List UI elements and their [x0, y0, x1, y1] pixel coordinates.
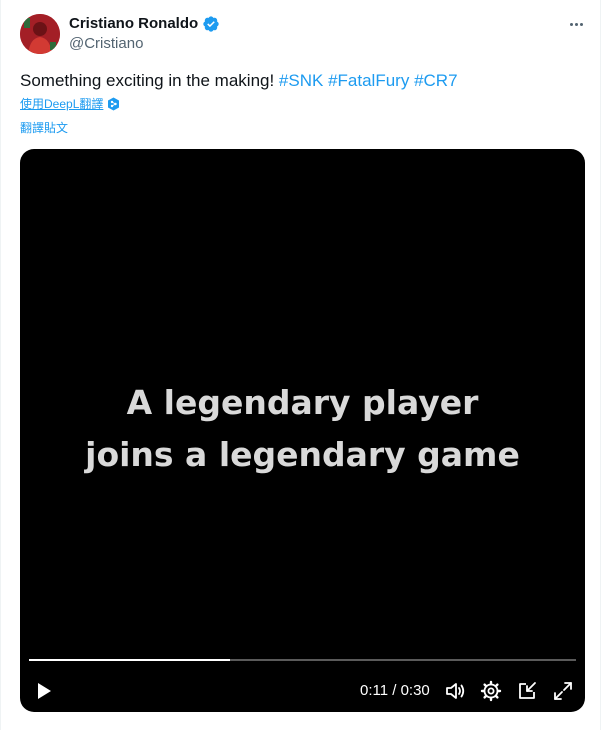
video-caption-line1: A legendary player — [126, 383, 479, 422]
dock-icon[interactable] — [516, 680, 538, 702]
author-handle[interactable]: @Cristiano — [69, 35, 143, 53]
deepl-translate-row: 使用DeepL翻譯 — [20, 96, 120, 112]
deepl-icon — [108, 97, 120, 111]
progress-fill — [29, 659, 230, 661]
avatar[interactable] — [20, 14, 60, 54]
volume-icon[interactable] — [444, 680, 466, 702]
tweet-text: Something exciting in the making! #SNK #… — [20, 70, 458, 92]
video-caption-line2: joins a legendary game — [85, 435, 520, 474]
play-icon[interactable] — [34, 681, 54, 701]
settings-icon[interactable] — [480, 680, 502, 702]
progress-bar[interactable] — [29, 659, 576, 661]
hashtag-snk[interactable]: #SNK — [279, 71, 323, 90]
deepl-translate-link[interactable]: 使用DeepL翻譯 — [20, 96, 103, 112]
more-icon[interactable] — [565, 14, 587, 34]
hashtag-fatalfury[interactable]: #FatalFury — [328, 71, 409, 90]
author-name[interactable]: Cristiano Ronaldo — [69, 15, 198, 33]
video-time: 0:11 / 0:30 — [360, 682, 430, 699]
video-player[interactable]: A legendary player joins a legendary gam… — [20, 149, 585, 712]
tweet-card: Cristiano Ronaldo @Cristiano Something e… — [0, 0, 601, 730]
tweet-text-plain: Something exciting in the making! — [20, 71, 279, 90]
verified-badge-icon — [203, 16, 219, 32]
author-name-row[interactable]: Cristiano Ronaldo — [69, 15, 220, 33]
hashtag-cr7[interactable]: #CR7 — [414, 71, 457, 90]
translate-post-link[interactable]: 翻譯貼文 — [20, 120, 68, 136]
fullscreen-icon[interactable] — [552, 680, 574, 702]
